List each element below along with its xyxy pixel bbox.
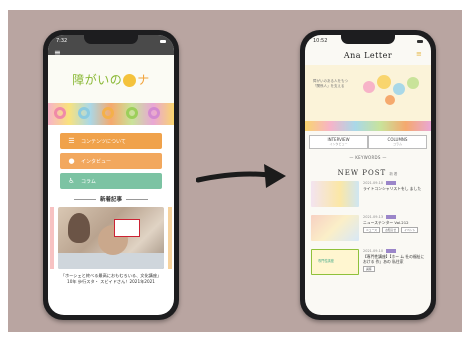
post-thumbnail[interactable]: 専門性講座 xyxy=(311,249,359,275)
phone-screen: 10:52 Ana Letter ≡ 障がいのある人をもつ「関係人」を支える I… xyxy=(305,35,431,315)
wheelchair-icon: ♿ xyxy=(68,177,75,185)
keywords-heading[interactable]: — KEYWORDS — xyxy=(305,155,431,160)
carousel-next-peek[interactable] xyxy=(168,207,172,269)
post-date: 2021.09.13 xyxy=(363,215,384,219)
new-post-label: NEW POST xyxy=(337,169,387,177)
menu-label: コラム xyxy=(81,178,96,185)
menu-button-contents[interactable]: ☰ コンテンツについて xyxy=(60,133,162,149)
hamburger-menu-icon[interactable]: ≡ xyxy=(416,50,424,58)
category-tag xyxy=(386,181,397,185)
tab-sublabel: インタビュー xyxy=(329,142,348,146)
post-title[interactable]: ニューステンター Vol.212 xyxy=(363,220,425,225)
tab-interview[interactable]: INTERVIEW インタビュー xyxy=(309,135,368,149)
post-date: 2021.09.10 xyxy=(363,249,384,253)
thumbnail-title: 専門性講座 xyxy=(318,259,334,263)
menu-button-interview[interactable]: ● インタビュー xyxy=(60,153,162,169)
phone-screen: 7:32 ≡ 障がいのナ ☰ コンテンツについて ● インタビュー ♿ コラム xyxy=(48,35,174,315)
category-tabs: INTERVIEW インタビュー COLUMNS コラム xyxy=(309,135,427,149)
post-item[interactable]: 2021.09.13 ニューステンター Vol.212 ニュース お知らせ イベ… xyxy=(311,215,425,245)
status-time: 10:52 xyxy=(313,38,328,44)
post-title[interactable]: ライトコンシャリストをし ました xyxy=(363,186,425,191)
post-thumbnail[interactable] xyxy=(311,215,359,241)
logo-text-b: ナ xyxy=(137,72,150,87)
article-caption[interactable]: 「ホーシェと終べる最高におもむろいる、文化講座」10年 歩行スタ・ スビイドさん… xyxy=(60,273,162,285)
tab-columns[interactable]: COLUMNS コラム xyxy=(368,135,427,149)
hamburger-menu-icon[interactable]: ≡ xyxy=(54,49,62,57)
logo-text-a: 障がいの xyxy=(72,72,123,87)
list-icon: ☰ xyxy=(68,137,75,145)
hero-banner: 障がいのある人をもつ「関係人」を支える xyxy=(305,65,431,121)
microphone-icon: ● xyxy=(68,157,75,165)
post-item[interactable]: 専門性講座 2021.09.10 【専門性講座】【ホー ム 社の福祉における 作… xyxy=(311,249,425,279)
status-time: 7:32 xyxy=(56,38,68,44)
menu-button-column[interactable]: ♿ コラム xyxy=(60,173,162,189)
post-date: 2021.09.10 xyxy=(363,181,384,185)
phone-after: 10:52 Ana Letter ≡ 障がいのある人をもつ「関係人」を支える I… xyxy=(300,30,436,320)
carousel-prev-peek[interactable] xyxy=(50,207,54,269)
post-chip[interactable]: 講座 xyxy=(363,266,375,272)
hero-text: 障がいのある人をもつ「関係人」を支える xyxy=(313,79,348,88)
signal-icon xyxy=(160,39,166,43)
category-tag xyxy=(386,215,397,219)
tab-sublabel: コラム xyxy=(393,142,402,146)
phone-notch xyxy=(84,35,138,44)
decorative-banner xyxy=(305,121,431,131)
post-chip[interactable]: ニュース xyxy=(363,227,381,233)
phone-notch xyxy=(341,35,395,44)
menu-label: インタビュー xyxy=(81,158,112,165)
new-post-jp: 新着 xyxy=(389,172,399,176)
post-chip[interactable]: お知らせ xyxy=(382,227,400,233)
menu-label: コンテンツについて xyxy=(81,138,126,145)
transition-arrow-icon xyxy=(196,164,286,188)
phone-before: 7:32 ≡ 障がいのナ ☰ コンテンツについて ● インタビュー ♿ コラム xyxy=(43,30,179,320)
signal-icon xyxy=(417,39,423,43)
post-title[interactable]: 【専門性講座】【ホー ム 社の福祉における 作」あの 私住家 xyxy=(363,254,425,264)
decorative-banner xyxy=(48,103,174,125)
logo-circle-icon xyxy=(123,73,137,87)
site-logo[interactable]: 障がいのナ xyxy=(48,55,174,103)
section-title: 新着記事 xyxy=(48,195,174,203)
post-chip[interactable]: イベント xyxy=(401,227,419,233)
article-image[interactable] xyxy=(58,207,164,269)
post-thumbnail[interactable] xyxy=(311,181,359,207)
post-item[interactable]: 2021.09.10 ライトコンシャリストをし ました xyxy=(311,181,425,211)
category-tag xyxy=(386,249,397,253)
new-post-heading: NEW POST 新着 xyxy=(305,169,431,177)
site-brand[interactable]: Ana Letter xyxy=(305,47,431,63)
